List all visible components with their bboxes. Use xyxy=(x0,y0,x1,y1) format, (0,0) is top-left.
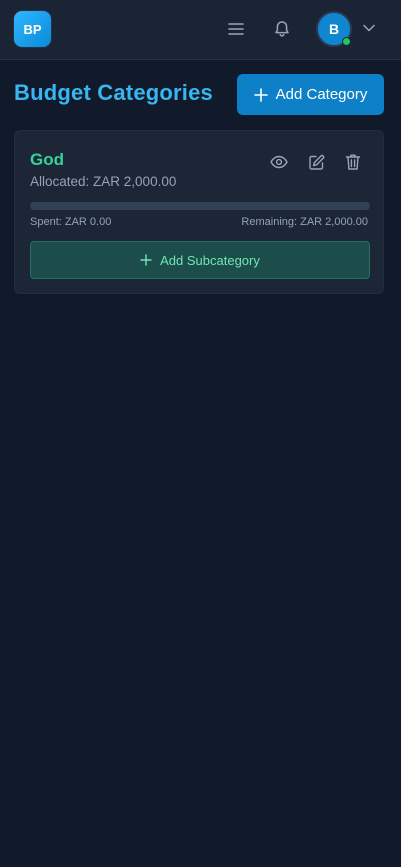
remaining-amount: Remaining: ZAR 2,000.00 xyxy=(241,216,368,228)
add-category-button[interactable]: Add Category xyxy=(237,74,384,115)
budget-progress-bar xyxy=(30,202,370,210)
add-subcategory-label: Add Subcategory xyxy=(160,252,260,268)
menu-icon xyxy=(228,23,244,35)
add-category-label: Add Category xyxy=(275,86,368,103)
category-allocated: Allocated: ZAR 2,000.00 xyxy=(30,174,177,189)
delete-category-button[interactable] xyxy=(342,151,364,173)
account-menu-toggle[interactable] xyxy=(360,19,378,37)
category-name: God xyxy=(30,150,64,169)
view-category-button[interactable] xyxy=(268,151,290,173)
trash-icon xyxy=(345,154,361,170)
online-status-dot xyxy=(342,37,351,46)
top-bar: BP B xyxy=(0,0,401,60)
add-subcategory-button[interactable]: Add Subcategory xyxy=(30,241,370,279)
plus-icon xyxy=(140,254,152,266)
app-logo[interactable]: BP xyxy=(14,11,51,47)
edit-icon xyxy=(308,154,324,170)
page-title: Budget Categories xyxy=(14,80,213,105)
plus-icon xyxy=(253,87,268,102)
bell-icon xyxy=(275,21,289,37)
notifications-button[interactable] xyxy=(270,17,294,41)
category-card: God Allocated: ZAR 2,000.00 Spent: ZAR 0… xyxy=(14,130,384,294)
edit-category-button[interactable] xyxy=(305,151,327,173)
spent-amount: Spent: ZAR 0.00 xyxy=(30,216,112,228)
menu-button[interactable] xyxy=(224,17,248,41)
eye-icon xyxy=(270,155,288,169)
chevron-down-icon xyxy=(363,24,375,32)
